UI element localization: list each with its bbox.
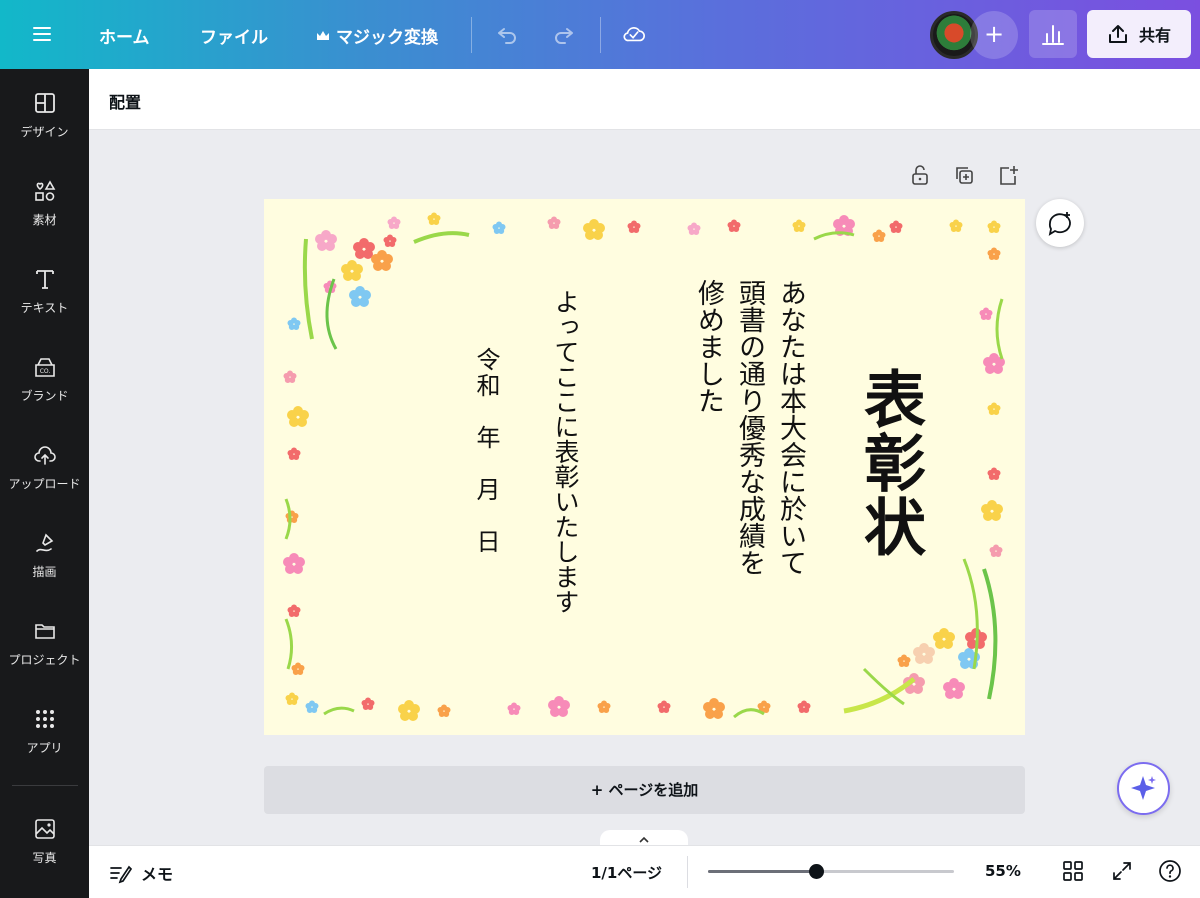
magic-switch-label: マジック変換 [336, 28, 438, 48]
insights-button[interactable] [1029, 10, 1077, 58]
sidebar-item-design[interactable]: デザイン [0, 91, 89, 161]
draw-icon [35, 533, 53, 552]
layout-icon [34, 93, 55, 113]
certificate-body-line: 頭書の通り優秀な成績を [734, 279, 765, 576]
certificate-body-main[interactable]: あなたは本大会に於いて 頭書の通り優秀な成績を 修めました [688, 279, 811, 576]
sidebar-item-label: プロジェクト [8, 653, 81, 667]
shapes-icon [34, 180, 55, 201]
zoom-slider-thumb[interactable] [809, 864, 825, 879]
add-page-icon[interactable] [997, 164, 1019, 186]
home-menu[interactable]: ホーム [99, 23, 150, 48]
sidebar-item-photos[interactable]: 写真 [0, 817, 89, 887]
zoom-slider-fill [708, 870, 817, 873]
upload-icon [33, 446, 56, 465]
file-menu[interactable]: ファイル [200, 23, 268, 48]
duplicate-page-icon[interactable] [953, 164, 975, 186]
divider [687, 856, 688, 888]
divider [600, 17, 601, 53]
apps-icon [35, 710, 54, 728]
sidebar-item-text[interactable]: テキスト [0, 267, 89, 337]
certificate-body-closing[interactable]: よってここに表彰いたします [550, 289, 580, 614]
bottom-bar: メモ 1/1ページ 55% [89, 845, 1200, 898]
sidebar-item-draw[interactable]: 描画 [0, 531, 89, 601]
top-bar: ホーム ファイル マジック変換 + 共有 [0, 0, 1200, 69]
share-label: 共有 [1138, 26, 1171, 45]
redo-icon[interactable] [552, 22, 576, 46]
sidebar-item-elements[interactable]: 素材 [0, 179, 89, 249]
certificate-body-line: 修めました [693, 279, 724, 414]
zoom-level[interactable]: 55% [985, 862, 1021, 880]
help-icon[interactable] [1158, 859, 1182, 883]
add-page-button[interactable]: + ページを追加 [264, 766, 1025, 814]
sidebar-item-label: デザイン [20, 125, 69, 139]
text-icon [35, 270, 54, 289]
left-sidebar: デザイン 素材 テキスト CO. ブランド アップロード 描画 プロジェクト ア… [0, 69, 89, 898]
sparkle-icon [1131, 776, 1156, 800]
share-upload-icon [1108, 25, 1127, 43]
add-comment-button[interactable] [1036, 199, 1084, 247]
certificate-title[interactable]: 表彰状 [844, 367, 934, 559]
chevron-up-icon [639, 836, 649, 843]
photo-icon [34, 819, 55, 839]
cloud-saved-icon[interactable] [622, 22, 646, 46]
design-page[interactable]: 表彰状 あなたは本大会に於いて 頭書の通り優秀な成績を 修めました よってここに表彰… [264, 199, 1025, 735]
zoom-slider[interactable] [708, 864, 954, 879]
sidebar-item-apps[interactable]: アプリ [0, 707, 89, 777]
sidebar-item-label: ブランド [20, 389, 69, 403]
page-indicator[interactable]: 1/1ページ [591, 862, 662, 883]
sidebar-item-label: 描画 [32, 565, 57, 579]
bar-chart-icon [1042, 25, 1064, 45]
context-toolbar: 配置 [89, 69, 1200, 130]
sidebar-item-label: アプリ [26, 741, 63, 755]
sidebar-item-uploads[interactable]: アップロード [0, 443, 89, 513]
crown-icon [317, 30, 329, 40]
menu-icon[interactable] [33, 23, 57, 47]
notes-button[interactable]: メモ [109, 861, 173, 885]
sidebar-item-label: 写真 [32, 851, 57, 865]
fullscreen-icon[interactable] [1110, 859, 1134, 883]
unlock-icon[interactable] [909, 164, 931, 186]
add-collaborator-button[interactable]: + [970, 11, 1018, 59]
svg-text:CO.: CO. [39, 368, 50, 375]
sidebar-item-label: テキスト [20, 301, 69, 315]
certificate-date[interactable]: 令和 年 月 日 [469, 347, 504, 555]
notes-pencil-icon [110, 865, 133, 884]
notes-label: メモ [141, 865, 174, 884]
folder-icon [34, 624, 55, 639]
grid-view-icon[interactable] [1061, 859, 1085, 883]
brand-icon: CO. [34, 358, 55, 377]
magic-switch-menu[interactable]: マジック変換 [316, 23, 438, 48]
arrange-button[interactable]: 配置 [109, 89, 141, 113]
certificate-body-line: あなたは本大会に於いて [775, 279, 806, 576]
sidebar-item-brand[interactable]: CO. ブランド [0, 355, 89, 425]
sidebar-item-label: 素材 [32, 213, 57, 227]
magic-assistant-button[interactable] [1117, 762, 1170, 815]
sidebar-item-projects[interactable]: プロジェクト [0, 619, 89, 689]
sidebar-divider [12, 785, 78, 786]
sidebar-item-label: アップロード [8, 477, 81, 491]
divider [471, 17, 472, 53]
comment-add-icon [1048, 212, 1071, 236]
undo-icon[interactable] [495, 22, 519, 46]
share-button[interactable]: 共有 [1087, 10, 1191, 58]
